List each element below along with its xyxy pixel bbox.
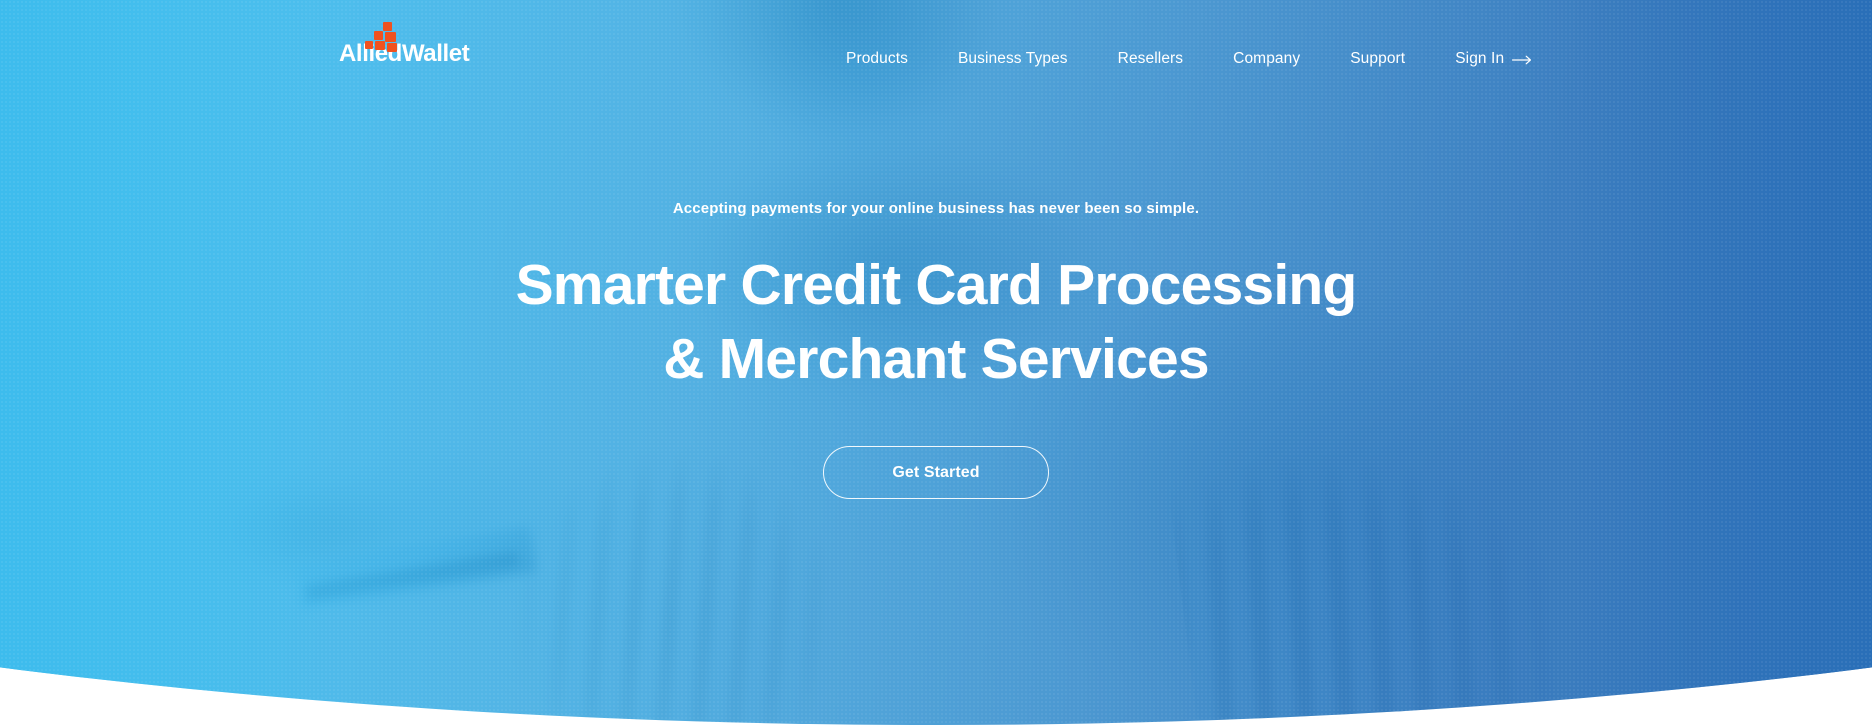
nav-link-company[interactable]: Company	[1233, 44, 1300, 74]
nav-link-sign-in[interactable]: Sign In	[1455, 44, 1532, 74]
nav-link-resellers[interactable]: Resellers	[1118, 44, 1184, 74]
hero-cta-container: Get Started	[0, 446, 1872, 499]
brand-name: AlliedWallet	[339, 40, 470, 67]
hero-content: AlliedWallet Products Business Types Res…	[0, 0, 1872, 725]
hero-section: AlliedWallet Products Business Types Res…	[0, 0, 1872, 725]
nav-link-products[interactable]: Products	[846, 44, 908, 74]
hero-headline: Smarter Credit Card Processing & Merchan…	[0, 248, 1872, 396]
arrow-right-icon	[1512, 55, 1532, 65]
nav-link-business-types[interactable]: Business Types	[958, 44, 1068, 74]
hero-kicker: Accepting payments for your online busin…	[672, 200, 1200, 217]
sign-in-label: Sign In	[1455, 50, 1505, 67]
hero-headline-line-1: Smarter Credit Card Processing	[515, 253, 1358, 317]
get-started-button[interactable]: Get Started	[823, 446, 1049, 499]
hero-headline-line-2: & Merchant Services	[663, 327, 1209, 391]
main-navigation: AlliedWallet Products Business Types Res…	[0, 0, 1872, 96]
brand-logo[interactable]: AlliedWallet	[339, 22, 489, 66]
nav-link-support[interactable]: Support	[1350, 44, 1405, 74]
nav-links: Products Business Types Resellers Compan…	[846, 44, 1532, 74]
